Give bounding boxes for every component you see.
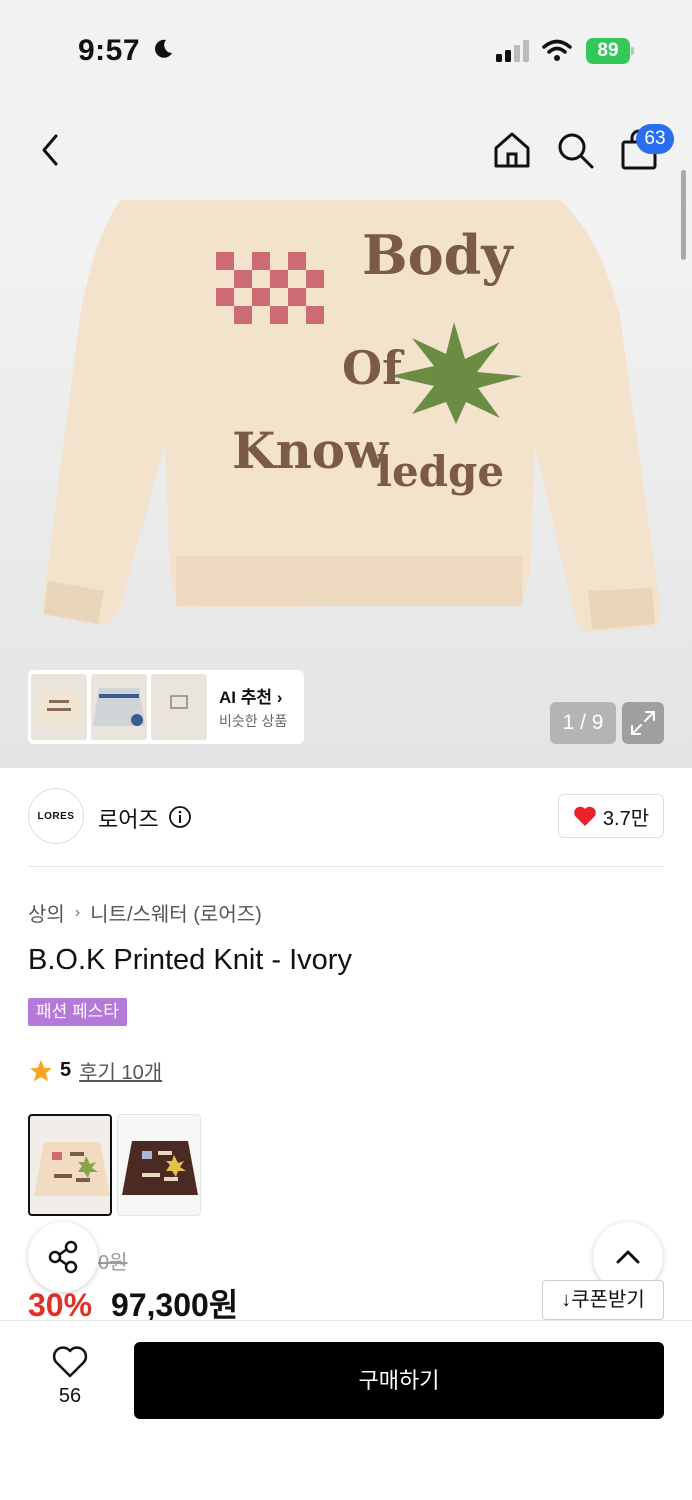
brand-logo[interactable]: LORES bbox=[28, 788, 84, 844]
print-word-4: ledge bbox=[376, 447, 504, 496]
moon-icon bbox=[155, 39, 172, 58]
wishlist-count: 56 bbox=[58, 1385, 82, 1407]
chevron-right-icon: › bbox=[276, 688, 283, 707]
chevron-right-icon: › bbox=[74, 903, 81, 921]
rating-row: 5 후기 10개 bbox=[28, 1056, 162, 1085]
top-nav-bar bbox=[0, 100, 692, 196]
scrollbar[interactable] bbox=[681, 170, 686, 260]
breadcrumb-subcategory[interactable]: 니트/스웨터 (로어즈) bbox=[90, 898, 262, 927]
ai-recommend-title: AI 추천 › bbox=[219, 688, 283, 707]
image-page-indicator: 1 / 9 bbox=[550, 702, 616, 744]
info-icon[interactable] bbox=[168, 805, 192, 829]
ai-recommend-subtitle: 비슷한 상품 bbox=[219, 713, 288, 729]
home-icon[interactable] bbox=[490, 128, 534, 172]
status-bar: 9:57 89 bbox=[0, 0, 692, 100]
ai-recommend-text: AI 추천 › 비슷한 상품 bbox=[219, 683, 287, 731]
coupon-button[interactable]: ↓쿠폰받기 bbox=[542, 1280, 664, 1320]
share-icon bbox=[48, 1240, 78, 1274]
discount-rate: 30% bbox=[28, 1287, 93, 1323]
divider bbox=[28, 866, 664, 867]
breadcrumb-category[interactable]: 상의 bbox=[28, 898, 65, 927]
rating-score: 5 bbox=[60, 1059, 72, 1081]
status-time: 9:57 bbox=[78, 34, 141, 67]
print-word-3: Know bbox=[232, 421, 390, 480]
print-word-1: Body bbox=[362, 223, 514, 287]
expand-icon[interactable] bbox=[622, 702, 664, 744]
battery-indicator: 89 bbox=[586, 38, 634, 64]
product-title: B.O.K Printed Knit - Ivory bbox=[28, 944, 352, 976]
sale-price: 97,300원 bbox=[110, 1287, 239, 1323]
back-icon[interactable] bbox=[30, 128, 74, 172]
ai-recommend-card[interactable]: AI 추천 › 비슷한 상품 bbox=[28, 670, 304, 744]
color-swatch-brown[interactable] bbox=[117, 1114, 201, 1216]
star-icon bbox=[30, 1059, 52, 1081]
brand-like-button[interactable]: 3.7만 bbox=[558, 794, 664, 838]
heart-icon bbox=[574, 806, 596, 826]
battery-tip bbox=[631, 47, 634, 55]
buy-button[interactable]: 구매하기 bbox=[134, 1342, 664, 1419]
share-button[interactable] bbox=[28, 1222, 98, 1292]
wishlist-button[interactable]: 56 bbox=[44, 1346, 96, 1408]
heart-outline-icon bbox=[52, 1346, 88, 1378]
breadcrumb: 상의 › 니트/스웨터 (로어즈) bbox=[28, 898, 262, 927]
brand-name[interactable]: 로어즈 bbox=[98, 802, 159, 834]
ai-thumb-2 bbox=[91, 674, 147, 740]
ai-thumb-3 bbox=[151, 674, 207, 740]
download-icon: ↓ bbox=[561, 1289, 572, 1311]
search-icon[interactable] bbox=[553, 128, 597, 172]
reviews-link[interactable]: 후기 10개 bbox=[79, 1056, 162, 1085]
signal-icon bbox=[496, 40, 529, 62]
wifi-icon bbox=[542, 39, 572, 61]
original-price: 0원 bbox=[98, 1252, 128, 1274]
color-swatch-ivory[interactable] bbox=[28, 1114, 112, 1216]
cart-count-badge: 63 bbox=[636, 124, 674, 154]
ai-thumb-1 bbox=[31, 674, 87, 740]
battery-level: 89 bbox=[586, 38, 630, 64]
promo-badge: 패션 페스타 bbox=[28, 998, 127, 1026]
print-word-2: Of bbox=[342, 341, 405, 395]
brand-like-count: 3.7만 bbox=[602, 807, 650, 830]
coupon-label: 쿠폰받기 bbox=[571, 1289, 645, 1311]
